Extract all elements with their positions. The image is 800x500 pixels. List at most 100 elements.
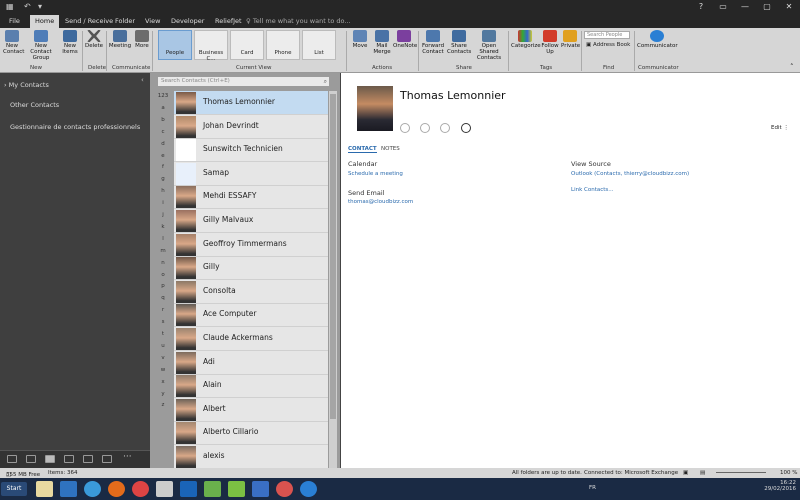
mail-merge-button[interactable]: Mail Merge — [372, 30, 392, 55]
quick-access-dropdown-icon[interactable]: ▾ — [38, 2, 42, 11]
help-button[interactable]: ? — [690, 0, 712, 14]
contact-row[interactable]: Mehdi ESSAFY — [174, 185, 328, 210]
contact-row[interactable]: Gilly — [174, 256, 328, 281]
private-button[interactable]: Private — [561, 30, 580, 49]
email-link[interactable]: thomas@cloudbizz.com — [348, 199, 413, 205]
contact-row[interactable]: Albert — [174, 398, 328, 422]
alphabet-letter[interactable]: t — [157, 331, 169, 337]
open-shared-contacts-button[interactable]: Open Shared Contacts — [472, 30, 506, 61]
im-icon[interactable] — [400, 123, 410, 133]
contact-row[interactable]: Claude Ackermans — [174, 327, 328, 351]
internet-explorer-icon[interactable] — [84, 481, 101, 497]
view-business-card-button[interactable]: Business C... — [194, 30, 228, 62]
alphabet-letter[interactable]: u — [157, 343, 169, 349]
communicator-button[interactable]: Communicator — [637, 30, 678, 49]
alphabet-letter[interactable]: z — [157, 402, 169, 408]
tab-view[interactable]: View — [140, 15, 165, 28]
new-items-button[interactable]: New Items — [60, 30, 80, 55]
alphabet-letter[interactable]: v — [157, 355, 169, 361]
search-contacts-input[interactable]: Search Contacts (Ctrl+E) ⌕ — [158, 77, 329, 86]
start-button[interactable]: Start — [1, 482, 27, 496]
search-icon[interactable]: ⌕ — [324, 77, 327, 86]
categorize-button[interactable]: Categorize — [511, 30, 541, 49]
contact-row[interactable]: Alberto Cillario — [174, 421, 328, 446]
contact-list-scrollbar[interactable] — [329, 91, 337, 468]
contact-row[interactable]: Consolta — [174, 280, 328, 304]
contact-row[interactable]: Gilly Malvaux — [174, 209, 328, 233]
view-card-button[interactable]: Card — [230, 30, 264, 60]
address-book-button[interactable]: ▣ Address Book — [586, 42, 630, 48]
view-source-link[interactable]: Outlook (Contacts, thierry@cloudbizz.com… — [571, 171, 689, 177]
taskbar-app-icon[interactable] — [204, 481, 221, 497]
view-list-button[interactable]: List — [302, 30, 336, 60]
alphabet-letter[interactable]: j — [157, 212, 169, 218]
view-phone-button[interactable]: Phone — [266, 30, 300, 60]
alphabet-letter[interactable]: o — [157, 272, 169, 278]
people-icon[interactable] — [45, 455, 55, 463]
nav-other-contacts[interactable]: Other Contacts — [10, 101, 59, 109]
minimize-button[interactable]: — — [734, 0, 756, 14]
file-explorer-icon[interactable] — [36, 481, 53, 497]
alphabet-letter[interactable]: m — [157, 248, 169, 254]
tab-folder[interactable]: Folder — [110, 15, 140, 28]
reading-view-icon[interactable]: ▤ — [700, 470, 705, 476]
schedule-meeting-link[interactable]: Schedule a meeting — [348, 171, 403, 177]
new-contact-group-button[interactable]: New Contact Group — [24, 30, 58, 61]
maximize-button[interactable]: ▢ — [756, 0, 778, 14]
alphabet-letter[interactable]: w — [157, 367, 169, 373]
language-indicator[interactable]: FR — [589, 485, 596, 491]
alphabet-letter[interactable]: h — [157, 188, 169, 194]
nav-gestionnaire-contacts[interactable]: Gestionnaire de contacts professionnels — [10, 123, 140, 131]
meeting-button[interactable]: Meeting — [108, 30, 132, 49]
more-button[interactable]: More — [134, 30, 150, 49]
collapse-pane-icon[interactable]: ‹ — [141, 76, 144, 84]
notes-icon[interactable] — [83, 455, 93, 463]
alphabet-letter[interactable]: g — [157, 176, 169, 182]
contact-row[interactable]: Ace Computer — [174, 303, 328, 328]
contact-row[interactable]: Alain — [174, 374, 328, 399]
contact-row[interactable]: Sunswitch Technicien — [174, 138, 328, 163]
outlook-taskbar-icon[interactable] — [180, 481, 197, 497]
undo-icon[interactable]: ↶ — [24, 2, 31, 11]
view-people-button[interactable]: People — [158, 30, 192, 60]
contact-row[interactable]: Samap — [174, 162, 328, 186]
move-button[interactable]: Move — [350, 30, 370, 49]
clock-date[interactable]: 29/02/2016 — [764, 486, 796, 492]
firefox-icon[interactable] — [108, 481, 125, 497]
tab-notes[interactable]: NOTES — [381, 146, 400, 152]
alphabet-letter[interactable]: x — [157, 379, 169, 385]
contact-row[interactable]: Geoffroy Timmermans — [174, 233, 328, 257]
share-contacts-button[interactable]: Share Contacts — [447, 30, 471, 55]
taskbar-app-icon[interactable] — [156, 481, 173, 497]
forward-contact-button[interactable]: Forward Contact — [421, 30, 445, 55]
taskbar-app-icon[interactable] — [252, 481, 269, 497]
more-modules-icon[interactable]: ··· — [123, 452, 132, 462]
tab-file[interactable]: File — [4, 15, 25, 28]
scrollbar-thumb[interactable] — [330, 94, 336, 419]
onenote-button[interactable]: OneNote — [393, 30, 417, 49]
alphabet-letter[interactable]: d — [157, 141, 169, 147]
alphabet-letter[interactable]: a — [157, 105, 169, 111]
collapse-ribbon-icon[interactable]: ˄ — [790, 63, 794, 71]
mail-icon[interactable] — [7, 455, 17, 463]
alphabet-letter[interactable]: f — [157, 164, 169, 170]
alphabet-letter[interactable]: k — [157, 224, 169, 230]
delete-button[interactable]: Delete — [84, 30, 104, 49]
alphabet-letter[interactable]: c — [157, 129, 169, 135]
normal-view-icon[interactable]: ▣ — [683, 470, 688, 476]
alphabet-letter[interactable]: 123 — [157, 93, 169, 99]
tell-me-box[interactable]: ♀ Tell me what you want to do... — [246, 15, 351, 27]
contact-row[interactable]: Adi — [174, 351, 328, 375]
taskbar-app-icon[interactable] — [60, 481, 77, 497]
nav-my-contacts[interactable]: › My Contacts — [4, 81, 49, 89]
more-options-icon[interactable]: ⋮ — [783, 125, 789, 131]
alphabet-letter[interactable]: e — [157, 153, 169, 159]
alphabet-letter[interactable]: y — [157, 391, 169, 397]
tab-reliefjet[interactable]: ReliefJet — [210, 15, 247, 28]
tab-developer[interactable]: Developer — [166, 15, 209, 28]
follow-up-button[interactable]: Follow Up — [540, 30, 560, 55]
alphabet-letter[interactable]: p — [157, 283, 169, 289]
taskbar-app-icon[interactable] — [276, 481, 293, 497]
close-button[interactable]: ✕ — [778, 0, 800, 14]
ribbon-display-button[interactable]: ▭ — [712, 0, 734, 14]
